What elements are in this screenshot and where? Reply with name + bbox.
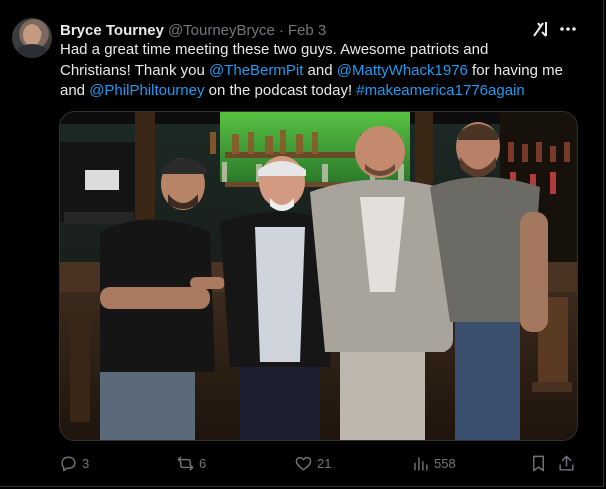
heart-icon xyxy=(295,456,312,471)
text-segment: on the podcast today! xyxy=(204,82,357,99)
more-icon[interactable] xyxy=(558,19,578,39)
tweet-text-line-3: and @PhilPhiltourney on the podcast toda… xyxy=(60,81,590,102)
bookmark-icon xyxy=(533,455,544,471)
more-icon-svg xyxy=(560,27,576,31)
bookmark-button[interactable] xyxy=(529,451,548,475)
hashtag-link[interactable]: #makeamerica1776again xyxy=(356,82,524,99)
repost-icon xyxy=(177,455,194,471)
avatar-shirt xyxy=(16,44,48,58)
mention-link[interactable]: @PhilPhiltourney xyxy=(89,82,204,99)
repost-count: 6 xyxy=(199,455,207,471)
views-icon xyxy=(414,456,428,471)
reply-button[interactable]: 3 xyxy=(59,451,89,475)
display-name[interactable]: Bryce Tourney xyxy=(60,22,164,39)
tweet-card[interactable]: Bryce Tourney @TourneyBryce · Feb 3 Had … xyxy=(0,0,604,487)
share-icon xyxy=(559,455,574,471)
avatar-face xyxy=(23,24,41,46)
tweet-date[interactable]: Feb 3 xyxy=(288,22,326,39)
mention-link[interactable]: @TheBermPit xyxy=(209,62,303,79)
reply-icon xyxy=(61,455,76,471)
text-segment: Christians! Thank you xyxy=(60,61,209,79)
tweet-text-line-2: Christians! Thank you @TheBermPit and @M… xyxy=(60,61,590,82)
grok-icon-svg xyxy=(533,22,547,37)
mention-link[interactable]: @MattyWhack1976 xyxy=(337,62,468,79)
tweet-header: Bryce Tourney @TourneyBryce · Feb 3 xyxy=(60,20,326,40)
text-segment: and xyxy=(60,82,90,99)
views-button[interactable]: 558 xyxy=(411,451,456,475)
tweet-photo[interactable] xyxy=(59,111,578,441)
tweet-actions: 3 6 21 558 xyxy=(59,451,579,475)
like-count: 21 xyxy=(317,455,332,471)
user-handle[interactable]: @TourneyBryce xyxy=(168,22,275,39)
photo-illustration xyxy=(60,112,577,440)
tweet-text: Had a great time meeting these two guys.… xyxy=(60,40,590,102)
grok-icon[interactable] xyxy=(531,19,551,39)
views-count: 558 xyxy=(434,455,456,471)
separator-dot: · xyxy=(278,21,284,39)
reply-count: 3 xyxy=(82,455,90,471)
avatar[interactable] xyxy=(12,18,52,58)
share-button[interactable] xyxy=(557,451,576,475)
repost-button[interactable]: 6 xyxy=(176,451,206,475)
like-button[interactable]: 21 xyxy=(294,451,331,475)
tweet-text-line-1: Had a great time meeting these two guys.… xyxy=(60,41,489,58)
text-segment: and xyxy=(303,61,337,79)
text-segment: for having me xyxy=(467,61,563,79)
